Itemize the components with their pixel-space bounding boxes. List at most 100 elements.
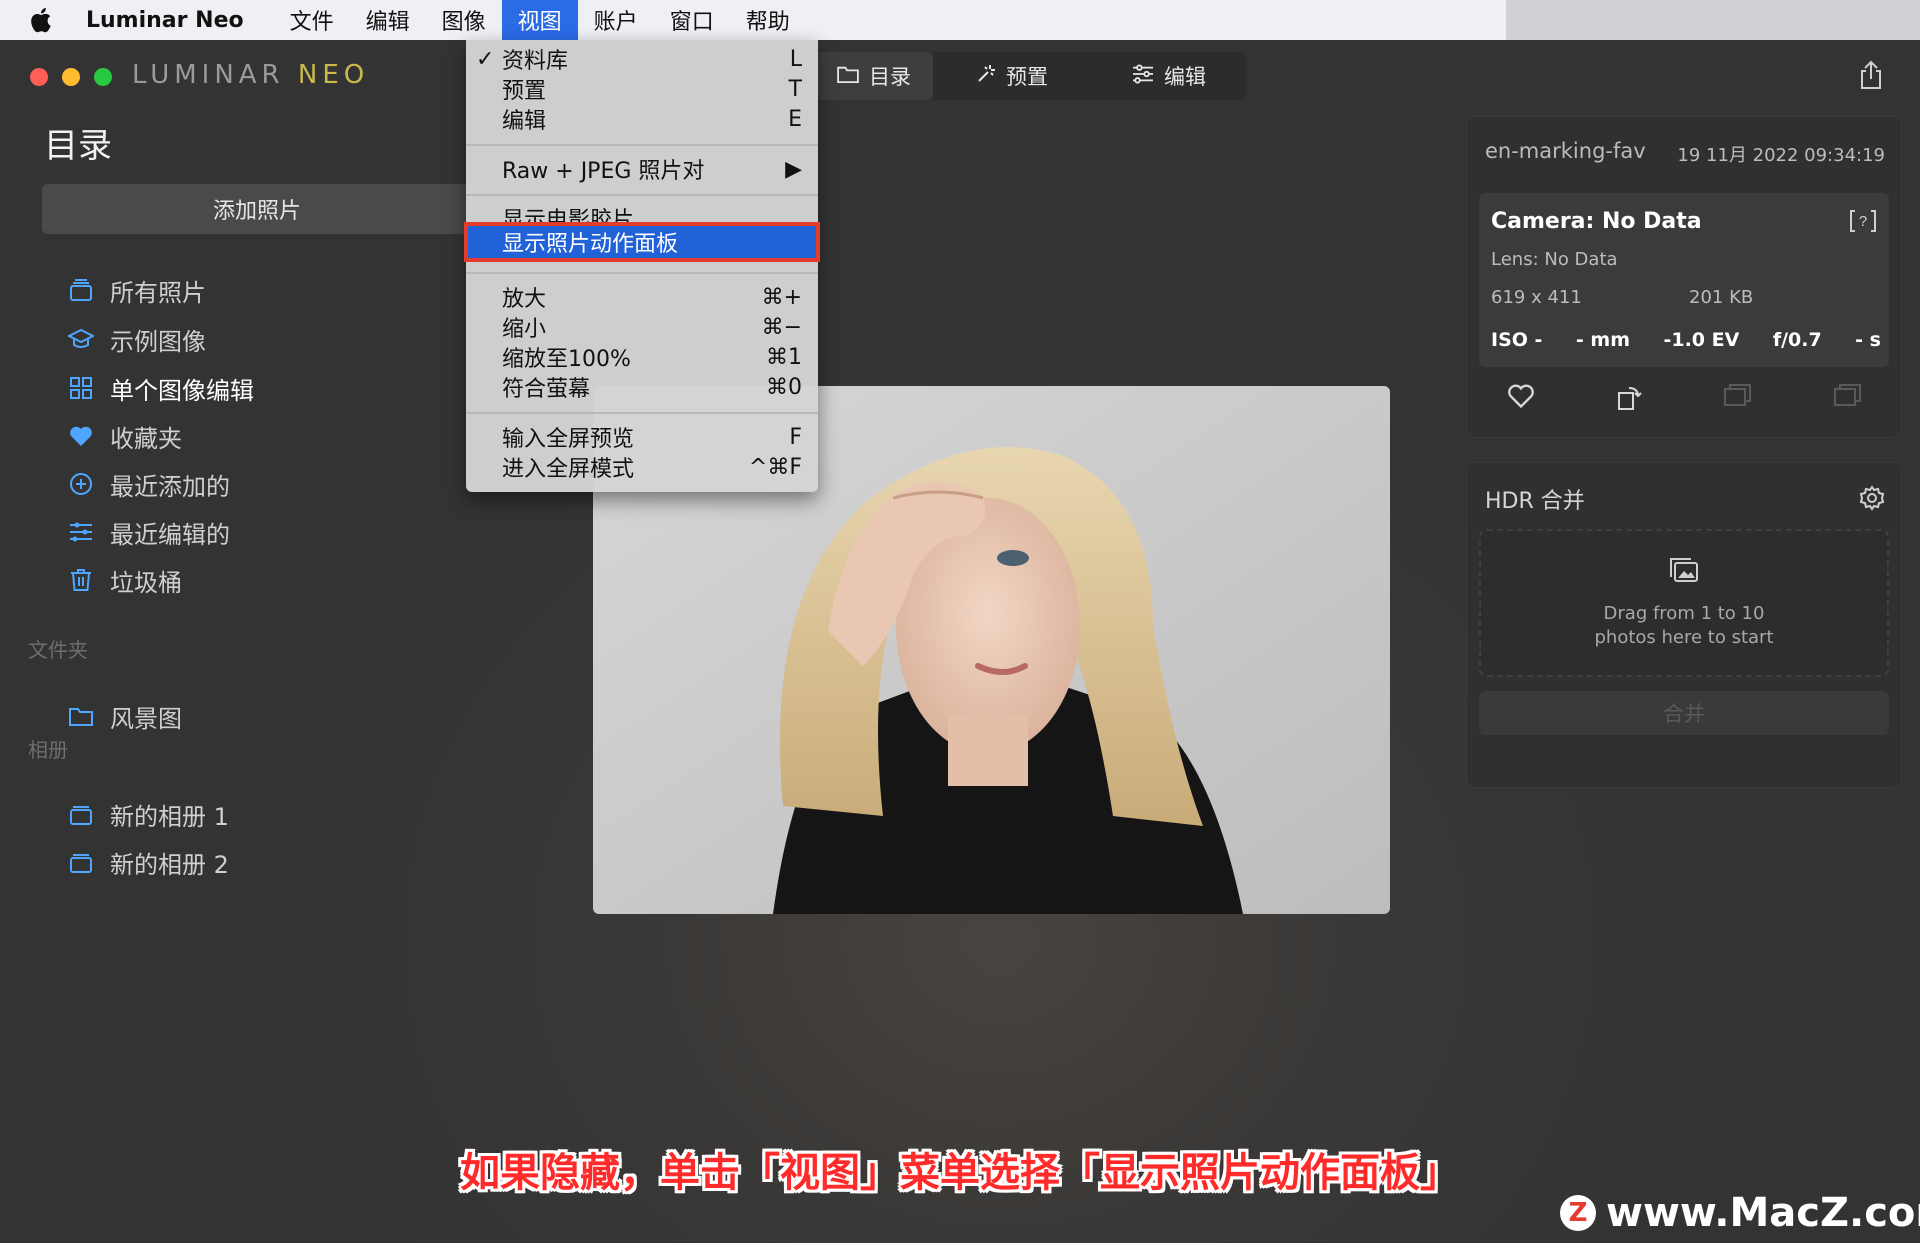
view-menu-item-filmstrip[interactable]: 显示电影胶片 (466, 202, 818, 222)
sidebar-item-trash[interactable]: 垃圾桶 (26, 558, 476, 602)
capture-date: 19 11月 2022 09:34:19 (1677, 145, 1885, 166)
photo-info-panel: en-marking-fav 19 11月 2022 09:34:19 Came… (1466, 116, 1902, 438)
exif-values: ISO - - mm -1.0 EV f/0.7 - s (1491, 329, 1881, 351)
album-icon (66, 799, 96, 829)
merge-button[interactable]: 合并 (1479, 691, 1889, 735)
sidebar-item-favorites[interactable]: 收藏夹 (26, 414, 476, 458)
stack-icon (66, 275, 96, 305)
menu-item-label: 进入全屏模式 (502, 457, 635, 482)
sidebar-item-recently-edited[interactable]: 最近编辑的 (26, 510, 476, 554)
menu-view[interactable]: 视图 (501, 0, 578, 40)
zoom-window-button[interactable] (94, 68, 112, 86)
menu-window[interactable]: 窗口 (654, 0, 730, 40)
sidebar-item-folder-landscape[interactable]: 风景图 (26, 694, 476, 738)
trash-icon (66, 565, 96, 595)
sidebar-item-album-1[interactable]: 新的相册 1 (26, 792, 476, 836)
menu-item-label: 编辑 (502, 109, 547, 134)
menu-separator (466, 272, 818, 274)
view-menu-item-zoom-out[interactable]: 缩小 ⌘− (466, 312, 818, 343)
view-menu-item-show-photo-actions[interactable]: 显示照片动作面板 (464, 222, 820, 262)
checkmark-icon: ✓ (476, 46, 495, 72)
view-menu-item-presets[interactable]: 预置 T (466, 74, 818, 105)
app-menu[interactable]: Luminar Neo (86, 8, 244, 33)
exposure-value: -1.0 EV (1663, 329, 1740, 351)
share-icon[interactable] (1858, 60, 1884, 94)
menu-item-shortcut: E (788, 106, 802, 132)
mode-tab-bar: 目录 预置 编辑 (815, 52, 1247, 100)
menu-help[interactable]: 帮助 (730, 0, 806, 40)
help-icon[interactable]: ? (1849, 209, 1877, 237)
screen: Luminar Neo 文件 编辑 图像 视图 账户 窗口 帮助 LUMINAR… (0, 0, 1920, 1243)
menu-account[interactable]: 账户 (578, 0, 654, 40)
view-menu-item-raw-jpeg[interactable]: Raw + JPEG 照片对 ▶ (466, 154, 818, 185)
sidebar-item-sample-images[interactable]: 示例图像 (26, 317, 476, 361)
menu-bar-background (1506, 0, 1920, 40)
menu-separator (466, 194, 818, 196)
sliders-icon (1132, 63, 1154, 89)
sidebar-item-label: 最近编辑的 (110, 520, 230, 549)
view-menu-item-zoom-100[interactable]: 缩放至100% ⌘1 (466, 342, 818, 373)
graduation-cap-icon (66, 324, 96, 354)
close-window-button[interactable] (30, 68, 48, 86)
tab-edit[interactable]: 编辑 (1091, 52, 1247, 100)
view-menu-item-zoom-in[interactable]: 放大 ⌘+ (466, 282, 818, 313)
heart-icon[interactable] (1507, 383, 1535, 415)
minimize-window-button[interactable] (62, 68, 80, 86)
view-menu-item-fit-screen[interactable]: 符合萤幕 ⌘0 (466, 372, 818, 403)
sliders-icon (66, 517, 96, 547)
image-dimensions: 619 x 411 (1491, 287, 1582, 308)
menu-item-label: 缩放至100% (502, 347, 631, 372)
drop-hint-line-1: Drag from 1 to 10 (1603, 602, 1765, 624)
watermark-text: www.MacZ.com (1606, 1190, 1920, 1236)
view-menu-item-fullscreen-mode[interactable]: 进入全屏模式 ^⌘F (466, 452, 818, 483)
sidebar-item-label: 新的相册 2 (110, 850, 229, 879)
apple-menu-icon[interactable] (30, 7, 70, 33)
menu-bar: Luminar Neo 文件 编辑 图像 视图 账户 窗口 帮助 (0, 0, 1506, 40)
menu-file[interactable]: 文件 (274, 0, 350, 40)
tab-edit-label: 编辑 (1164, 65, 1206, 89)
heart-icon (66, 421, 96, 451)
menu-item-label: Raw + JPEG 照片对 (502, 159, 705, 184)
album-icon (66, 847, 96, 877)
svg-text:?: ? (1859, 213, 1867, 230)
photo-actions (1467, 383, 1903, 415)
menu-edit[interactable]: 编辑 (350, 0, 426, 40)
sidebar-item-label: 垃圾桶 (110, 568, 182, 597)
menu-image[interactable]: 图像 (426, 0, 502, 40)
add-photos-button[interactable]: 添加照片 (42, 184, 472, 234)
gear-icon[interactable] (1859, 485, 1885, 515)
sidebar-item-recently-added[interactable]: 最近添加的 (26, 462, 476, 506)
submenu-arrow-icon: ▶ (785, 156, 802, 182)
hdr-panel-title: HDR 合并 (1485, 489, 1585, 514)
view-menu-item-library[interactable]: ✓ 资料库 L (466, 44, 818, 75)
aperture-value: f/0.7 (1772, 329, 1822, 351)
rotate-icon[interactable] (1615, 383, 1643, 415)
sidebar-item-album-2[interactable]: 新的相册 2 (26, 840, 476, 884)
view-menu-item-fullscreen-preview[interactable]: 输入全屏预览 F (466, 422, 818, 453)
menu-item-label: 显示照片动作面板 (502, 232, 679, 257)
photos-icon (1669, 557, 1699, 590)
tab-presets[interactable]: 预置 (933, 52, 1091, 100)
focal-length-value: - mm (1575, 329, 1630, 351)
menu-item-shortcut: ^⌘F (748, 454, 802, 480)
file-size: 201 KB (1689, 287, 1754, 308)
tab-catalog[interactable]: 目录 (815, 52, 933, 100)
compare-icon[interactable] (1723, 383, 1753, 415)
folders-section-label: 文件夹 (28, 638, 88, 662)
menu-item-shortcut: F (789, 424, 802, 450)
menu-item-label: 放大 (502, 287, 547, 312)
site-watermark: Z www.MacZ.com (1560, 1190, 1920, 1236)
sidebar-item-all-photos[interactable]: 所有照片 (26, 268, 476, 312)
menu-item-shortcut: T (788, 76, 802, 102)
sidebar-item-label: 风景图 (110, 704, 182, 733)
tab-catalog-label: 目录 (869, 65, 911, 89)
view-menu-item-edit[interactable]: 编辑 E (466, 104, 818, 135)
app-window: LUMINAR NEO 目录 添加照片 所有照片 示例图像 单个图像编辑 收藏夹… (0, 40, 1920, 1243)
sidebar-item-single-image-edits[interactable]: 单个图像编辑 (26, 366, 476, 410)
duplicate-icon[interactable] (1833, 383, 1863, 415)
exif-box: Camera: No Data ? Lens: No Data 619 x 41… (1479, 193, 1889, 367)
hdr-drop-zone[interactable]: Drag from 1 to 10 photos here to start (1479, 529, 1889, 677)
folder-icon (837, 64, 859, 88)
hdr-merge-panel: HDR 合并 Drag from 1 to 10 photos here to … (1466, 462, 1902, 788)
menu-item-shortcut: ⌘− (761, 314, 802, 340)
